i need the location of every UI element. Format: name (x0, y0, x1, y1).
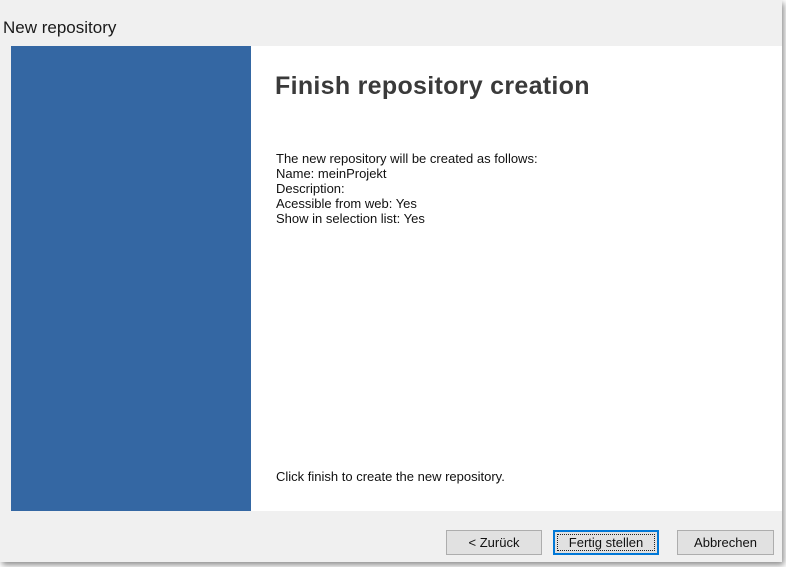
cancel-button[interactable]: Abbrechen (677, 530, 774, 555)
wizard-content-panel: Finish repository creation The new repos… (251, 46, 782, 511)
summary-name: Name: meinProjekt (276, 166, 387, 181)
summary-web-access: Acessible from web: Yes (276, 196, 417, 211)
finish-button[interactable]: Fertig stellen (553, 530, 659, 555)
summary-description: Description: (276, 181, 345, 196)
summary-selection-list: Show in selection list: Yes (276, 211, 425, 226)
button-bar: < Zurück Fertig stellen Abbrechen (0, 511, 782, 562)
window-title: New repository (3, 18, 117, 37)
back-button[interactable]: < Zurück (446, 530, 542, 555)
finish-button-label: Fertig stellen (557, 534, 655, 551)
summary-block: The new repository will be created as fo… (276, 151, 538, 226)
page-title: Finish repository creation (275, 72, 590, 100)
finish-instruction: Click finish to create the new repositor… (276, 469, 505, 484)
wizard-sidebar-banner (11, 46, 251, 511)
wizard-window: New repository Finish repository creatio… (0, 0, 782, 562)
title-bar[interactable]: New repository (0, 0, 782, 41)
summary-intro: The new repository will be created as fo… (276, 151, 538, 166)
